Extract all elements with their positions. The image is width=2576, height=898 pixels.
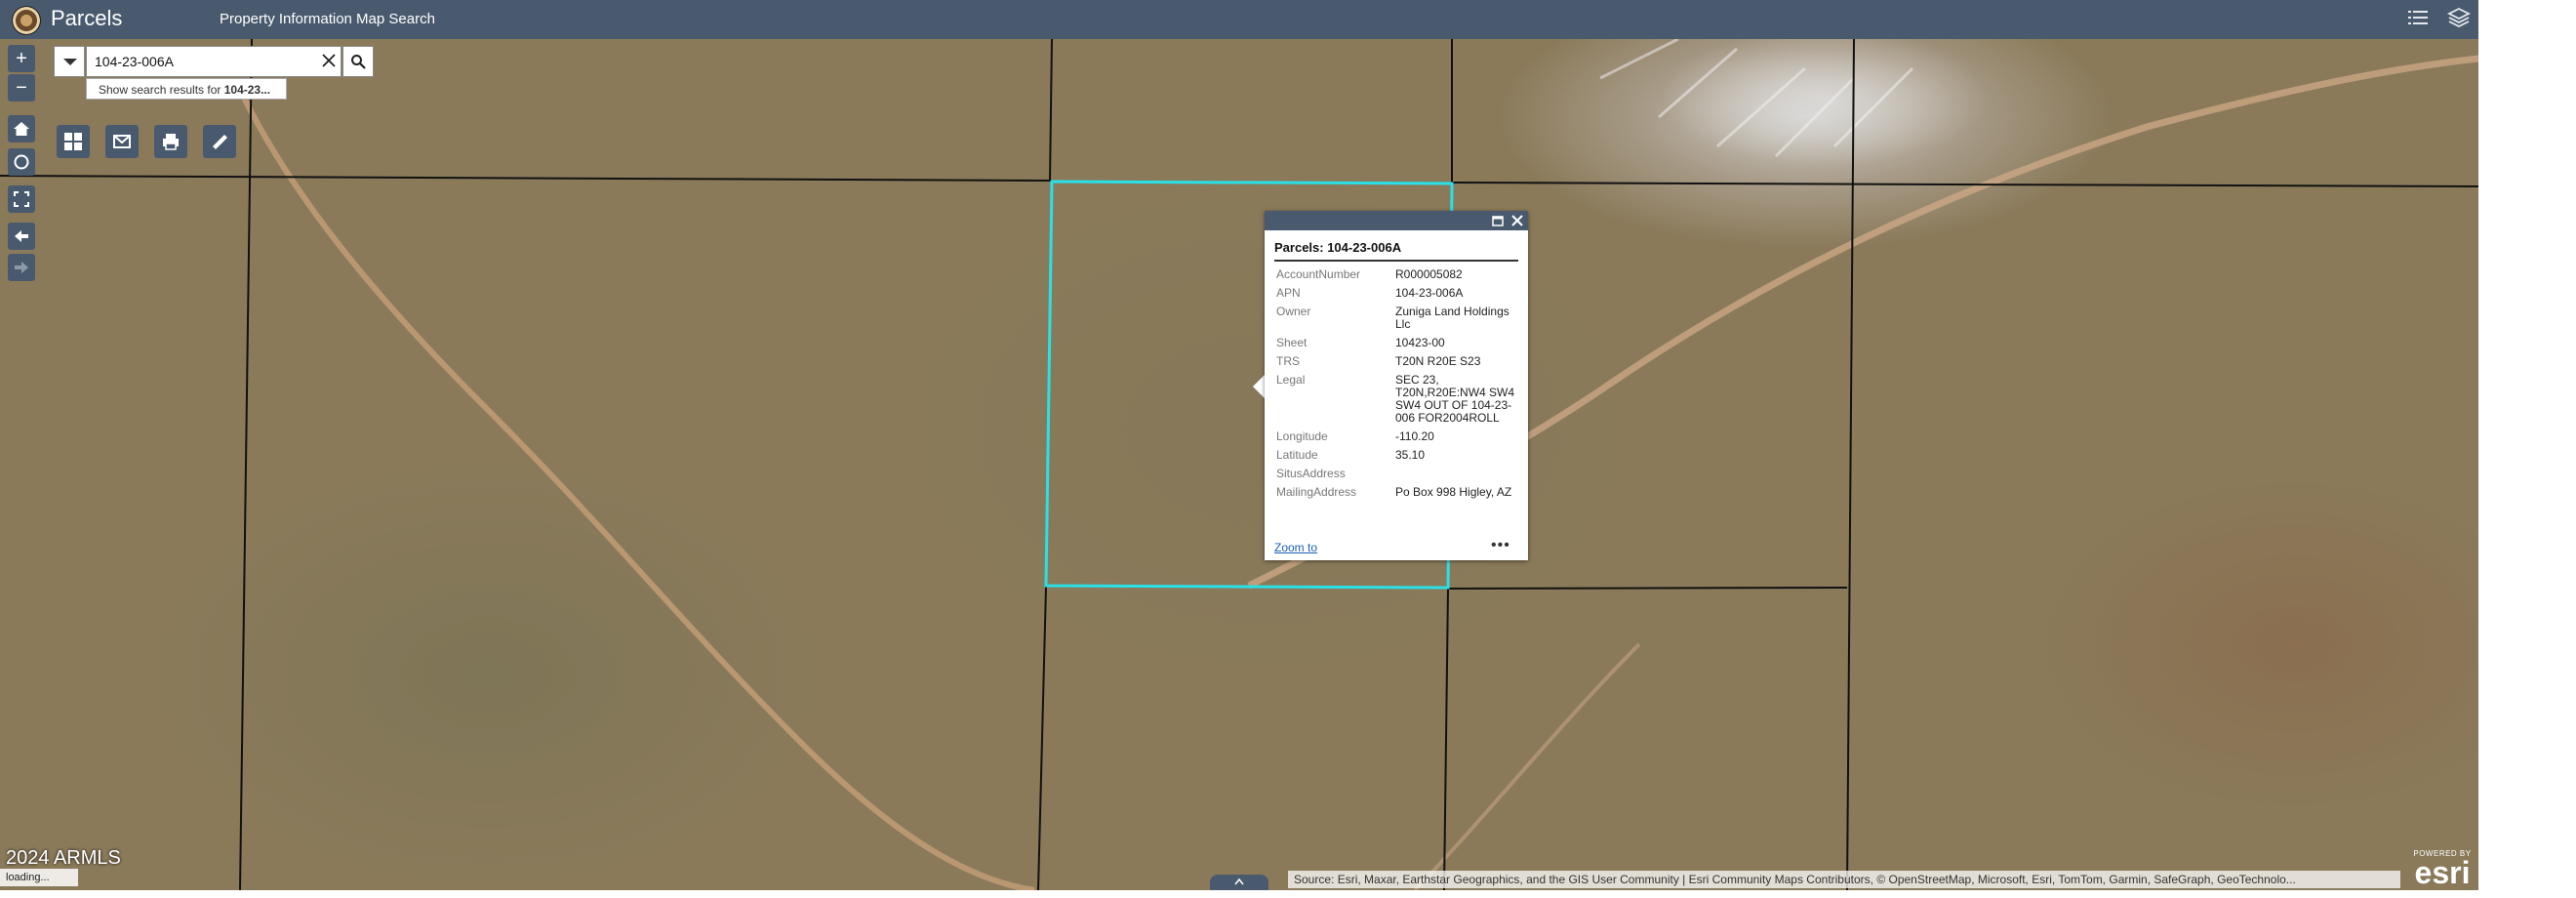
measure-icon [213,135,227,149]
maximize-popup-button[interactable] [1489,211,1507,230]
close-popup-button[interactable] [1509,211,1526,230]
search-input[interactable] [86,46,342,77]
attr-value: R000005082 [1395,267,1463,281]
attr-value [1395,468,1518,480]
dirt-road-west [241,96,1035,890]
list-icon[interactable] [2404,6,2432,33]
attr-value: Po Box 998 Higley, AZ [1395,485,1512,499]
close-icon [1511,215,1523,226]
attr-row-mailing: MailingAddress Po Box 998 Higley, AZ [1274,483,1518,502]
mountain-ridges [1599,39,1914,158]
popup-title: Parcels: 104-23-006A [1274,240,1402,255]
close-icon [322,54,336,67]
attr-value: T20N R20E S23 [1395,354,1481,368]
popup-attributes[interactable]: AccountNumber R000005082 APN 104-23-006A O… [1274,265,1518,533]
app-title: Parcels [51,6,123,30]
attr-value: -110.20 [1395,429,1434,443]
attr-row-longitude: Longitude -110.20 [1274,428,1518,446]
attr-key: APN [1276,286,1301,300]
print-button[interactable] [154,125,187,158]
forward-arrow-icon [15,262,28,273]
parcel-popup: Parcels: 104-23-006A AccountNumber R00000… [1265,211,1528,560]
mls-copyright: 2024 ARMLS [6,847,121,869]
print-icon [163,134,179,150]
attr-row-latitude: Latitude 35.10 [1274,446,1518,465]
fullscreen-button[interactable] [8,185,35,213]
popup-header [1265,211,1528,230]
attr-row-trs: TRS T20N R20E S23 [1274,352,1518,371]
map-attribution: Source: Esri, Maxar, Earthstar Geographi… [1288,871,2400,888]
popup-footer: Zoom to ••• [1265,537,1528,560]
attr-value: 35.10 [1395,448,1426,462]
attr-row-sheet: Sheet 10423-00 [1274,334,1518,352]
locate-button[interactable] [8,148,35,176]
attr-key: TRS [1276,354,1300,368]
search-button[interactable] [342,46,374,77]
esri-logo: POWERED BY esri [2410,849,2475,888]
loading-indicator: loading... [0,869,78,886]
maximize-icon [1492,216,1504,226]
dirt-road-south [1413,642,1641,890]
chevron-up-icon [1234,878,1244,885]
zoom-to-link[interactable]: Zoom to [1274,541,1317,554]
share-icon [113,135,131,148]
satellite-map[interactable]: + − [0,39,2478,890]
attr-value: 104-23-006A [1395,286,1464,300]
more-actions-button[interactable]: ••• [1491,537,1510,554]
locate-icon [14,154,29,170]
next-extent-button[interactable] [8,254,35,281]
home-icon [14,122,29,136]
zoom-out-button[interactable]: − [8,74,35,102]
parcel-boundaries [0,39,2478,890]
attr-key: Longitude [1276,429,1328,443]
suggestion-value: 104-23... [223,83,271,97]
home-button[interactable] [8,115,35,143]
map-overlay [0,39,2478,890]
basemap-gallery-button[interactable] [57,125,90,158]
attribution-toggle[interactable] [1210,875,1268,890]
app-header: Parcels Property Information Map Search [0,0,2478,39]
zoom-in-button[interactable]: + [8,45,35,72]
attr-key: Owner [1276,305,1311,318]
back-arrow-icon [15,230,28,242]
esri-wordmark: esri [2414,855,2471,890]
attr-key: Legal [1276,373,1306,387]
attr-key: Sheet [1276,336,1308,349]
attr-key: Latitude [1276,448,1318,462]
search-suggestion[interactable]: Show search results for 104-23... [86,78,287,100]
county-seal-logo [12,6,41,35]
bottom-margin [0,890,2478,898]
measure-button[interactable] [203,125,236,158]
attr-row-account: AccountNumber R000005082 [1274,265,1518,284]
right-margin [2478,0,2576,898]
app-subtitle: Property Information Map Search [220,11,435,27]
popup-divider [1274,260,1518,262]
attr-value: SEC 23, T20N,R20E:NW4 SW4 SW4 OUT OF 104… [1395,373,1515,425]
attr-key: SitusAddress [1276,467,1346,480]
search-source-dropdown[interactable] [54,46,85,77]
search-icon [351,55,366,69]
attr-value: 10423-00 [1395,336,1445,349]
attr-key: AccountNumber [1276,267,1361,281]
attr-value: Zuniga Land Holdings Llc [1395,305,1509,331]
layers-icon[interactable] [2445,6,2473,33]
basemap-gallery-icon [64,133,82,150]
popup-pointer [1253,375,1265,398]
attr-key: MailingAddress [1276,485,1357,499]
attr-row-legal: Legal SEC 23, T20N,R20E:NW4 SW4 SW4 OUT O… [1274,371,1518,428]
attr-row-situs: SitusAddress [1274,465,1518,483]
attr-row-apn: APN 104-23-006A [1274,284,1518,303]
fullscreen-icon [14,191,29,207]
suggestion-prefix: Show search results for [99,83,221,97]
attr-row-owner: Owner Zuniga Land Holdings Llc [1274,303,1518,334]
clear-search-button[interactable] [317,49,341,74]
share-button[interactable] [105,125,139,158]
previous-extent-button[interactable] [8,223,35,250]
